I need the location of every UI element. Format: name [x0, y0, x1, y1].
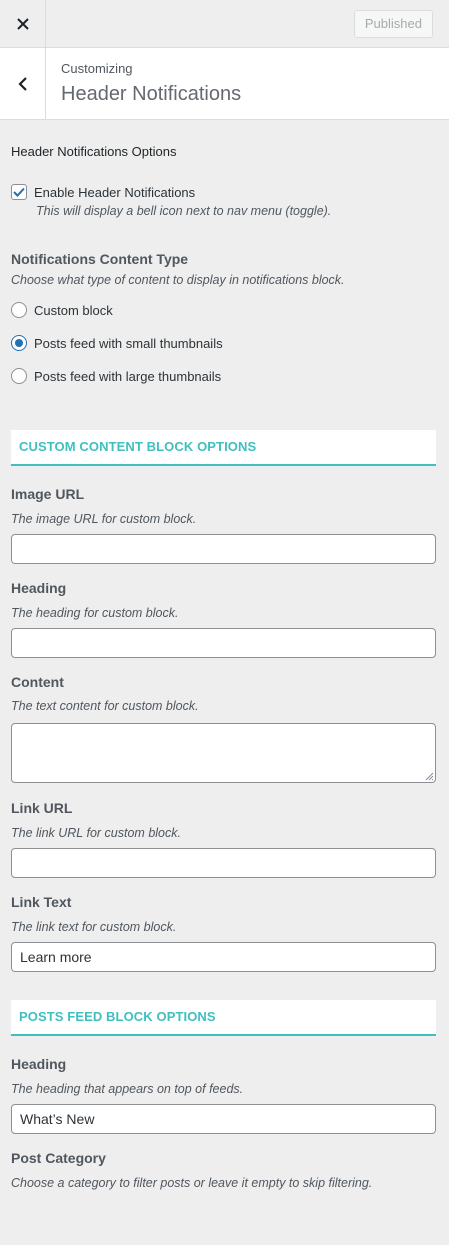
- radio-button[interactable]: [11, 302, 27, 318]
- link-url-title: Link URL: [11, 800, 73, 816]
- content-description: The text content for custom block.: [11, 699, 199, 713]
- radio-button-selected[interactable]: [11, 335, 27, 351]
- link-text-description: The link text for custom block.: [11, 920, 177, 934]
- customizer-topbar: Published: [0, 0, 449, 48]
- content-type-title: Notifications Content Type: [11, 251, 189, 267]
- image-url-title: Image URL: [11, 486, 85, 502]
- enable-notifications-checkbox[interactable]: [11, 184, 27, 200]
- controls-panel: Header Notifications Options Enable Head…: [11, 120, 436, 1190]
- enable-notifications-label[interactable]: Enable Header Notifications: [34, 185, 195, 200]
- radio-label[interactable]: Posts feed with large thumbnails: [34, 369, 221, 384]
- post-category-description: Choose a category to filter posts or lea…: [11, 1176, 373, 1190]
- enable-notifications-control[interactable]: Enable Header Notifications: [11, 184, 195, 200]
- options-title: Header Notifications Options: [11, 144, 177, 159]
- close-icon: [16, 17, 29, 30]
- back-button[interactable]: [0, 48, 46, 119]
- link-url-input[interactable]: [11, 848, 436, 878]
- radio-posts-small-thumbnails[interactable]: Posts feed with small thumbnails: [11, 335, 223, 351]
- checkmark-icon: [13, 187, 25, 197]
- radio-label[interactable]: Posts feed with small thumbnails: [34, 336, 223, 351]
- content-title: Content: [11, 674, 64, 690]
- image-url-description: The image URL for custom block.: [11, 512, 197, 526]
- feed-heading-input[interactable]: What’s New: [11, 1104, 436, 1134]
- content-textarea[interactable]: [11, 723, 436, 783]
- radio-dot: [15, 339, 23, 347]
- content-type-description: Choose what type of content to display i…: [11, 273, 345, 287]
- radio-custom-block[interactable]: Custom block: [11, 302, 113, 318]
- section-title: Header Notifications: [61, 83, 242, 105]
- custom-heading-description: The heading for custom block.: [11, 606, 179, 620]
- radio-button[interactable]: [11, 368, 27, 384]
- image-url-input[interactable]: [11, 534, 436, 564]
- enable-notifications-description: This will display a bell icon next to na…: [36, 204, 332, 218]
- link-text-input[interactable]: Learn more: [11, 942, 436, 972]
- post-category-title: Post Category: [11, 1150, 106, 1166]
- close-button[interactable]: [0, 0, 46, 47]
- custom-block-group-heading: CUSTOM CONTENT BLOCK OPTIONS: [11, 430, 436, 466]
- section-header: Customizing Header Notifications: [0, 48, 449, 120]
- chevron-left-icon: [17, 76, 27, 91]
- custom-heading-input[interactable]: [11, 628, 436, 658]
- link-text-title: Link Text: [11, 894, 72, 910]
- custom-heading-title: Heading: [11, 580, 67, 596]
- feed-heading-title: Heading: [11, 1056, 67, 1072]
- published-button[interactable]: Published: [353, 10, 433, 38]
- posts-feed-group-heading: POSTS FEED BLOCK OPTIONS: [11, 1000, 436, 1036]
- radio-label[interactable]: Custom block: [34, 303, 113, 318]
- feed-heading-description: The heading that appears on top of feeds…: [11, 1082, 244, 1096]
- radio-posts-large-thumbnails[interactable]: Posts feed with large thumbnails: [11, 368, 221, 384]
- customizing-label: Customizing: [61, 61, 133, 76]
- link-url-description: The link URL for custom block.: [11, 826, 181, 840]
- resize-handle-icon[interactable]: [424, 771, 434, 781]
